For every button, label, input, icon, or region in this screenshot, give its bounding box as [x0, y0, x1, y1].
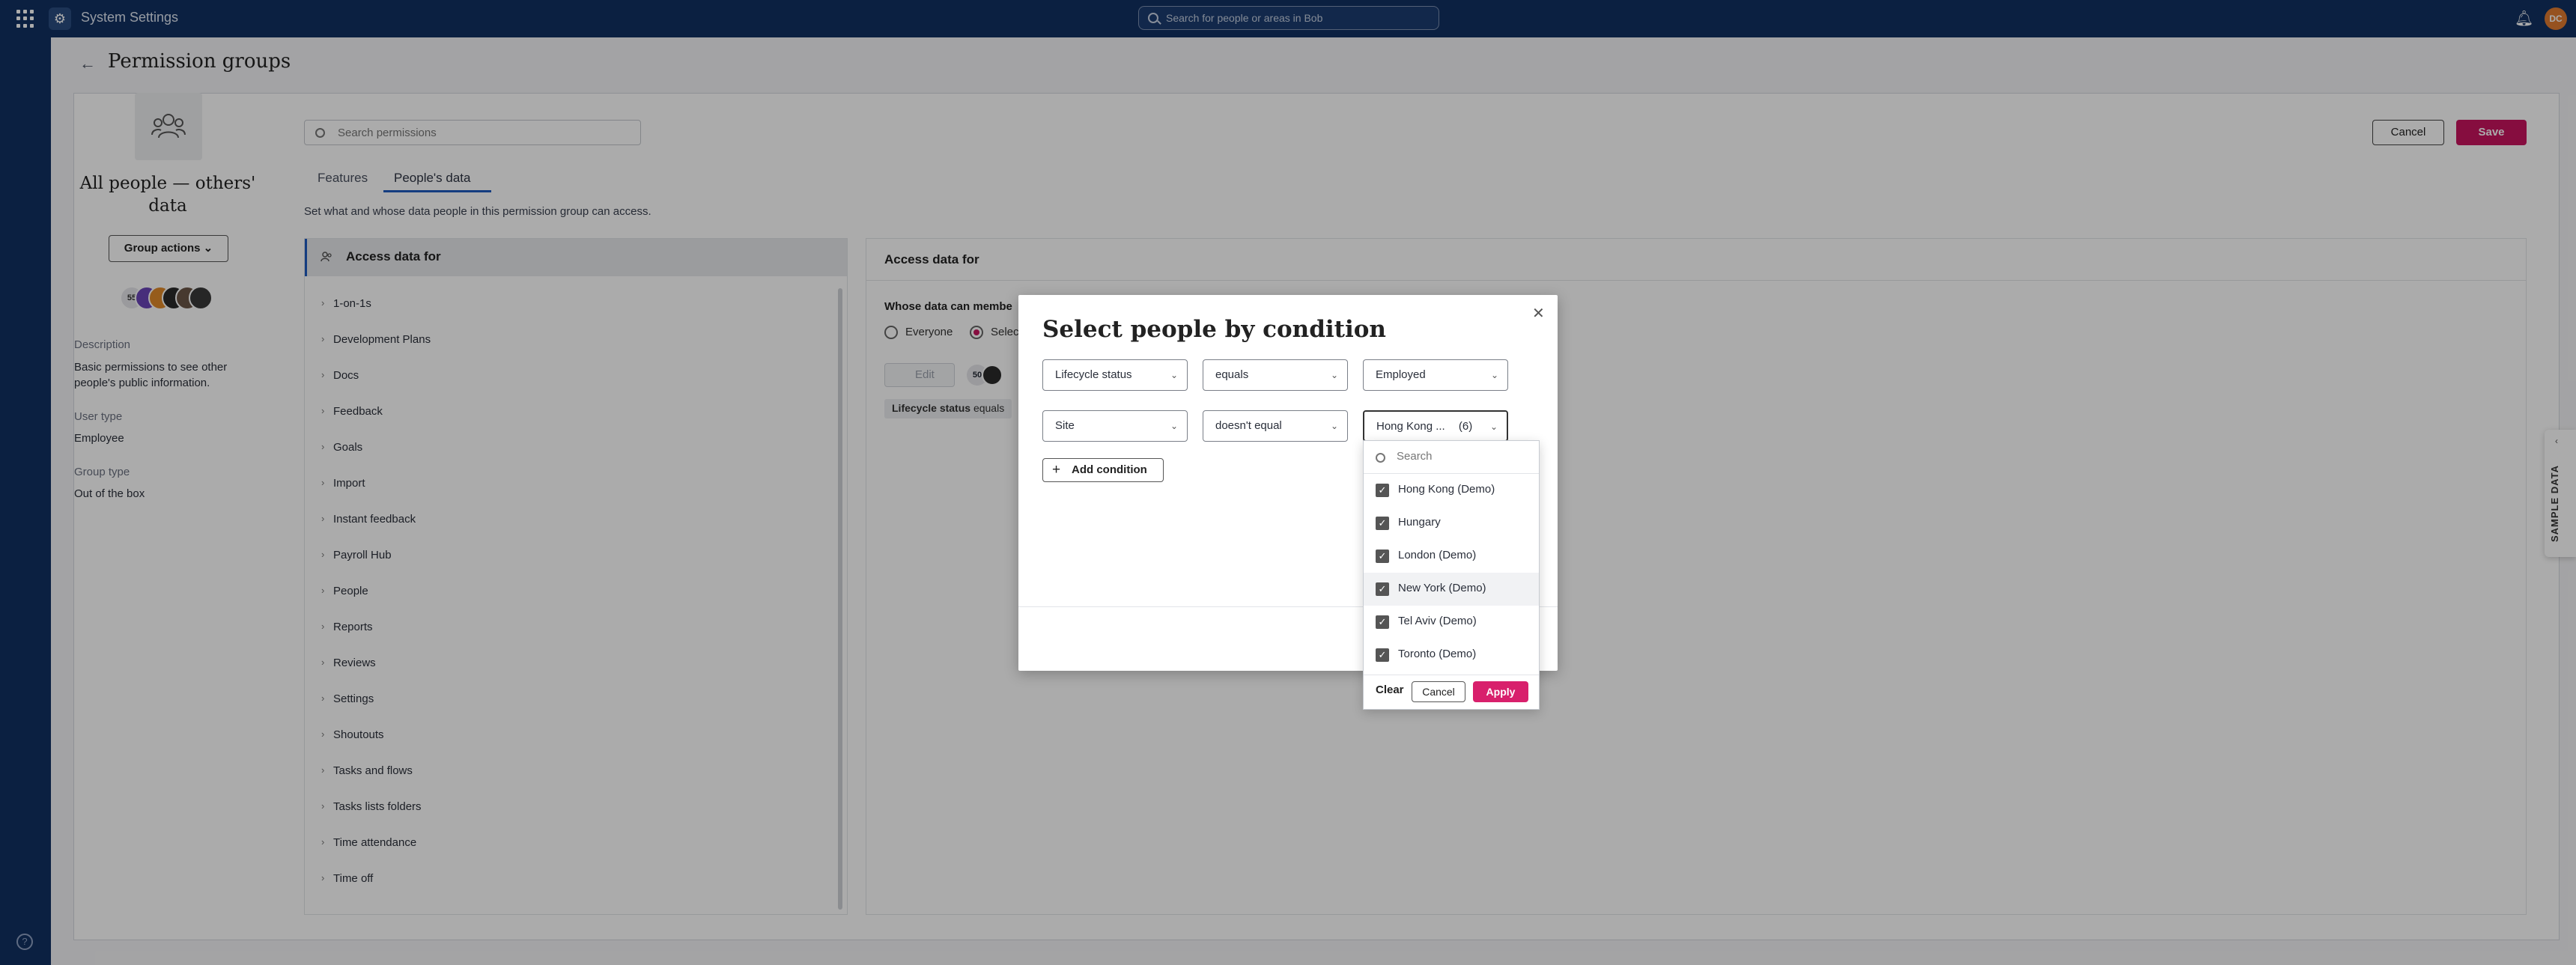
- checkbox-checked-icon: ✓: [1376, 550, 1389, 563]
- chevron-down-icon: ⌄: [1489, 421, 1498, 432]
- option-label: Toronto (Demo): [1398, 648, 1477, 660]
- dropdown-cancel-button[interactable]: Cancel: [1412, 681, 1465, 702]
- condition-2-value-select[interactable]: Hong Kong ... (6) ⌄: [1363, 410, 1508, 442]
- checkbox-checked-icon: ✓: [1376, 517, 1389, 530]
- add-condition-label: Add condition: [1072, 463, 1147, 476]
- search-icon: [1376, 453, 1385, 463]
- chevron-down-icon: ⌄: [1490, 370, 1498, 380]
- dropdown-option[interactable]: ✓ Toronto (Demo): [1364, 639, 1539, 672]
- dropdown-search-input[interactable]: Search: [1364, 441, 1539, 474]
- condition-1-field-value: Lifecycle status: [1055, 368, 1132, 381]
- checkbox-checked-icon: ✓: [1376, 484, 1389, 497]
- condition-1-value: Employed: [1376, 368, 1426, 381]
- checkbox-checked-icon: ✓: [1376, 615, 1389, 629]
- dropdown-option[interactable]: ✓ New York (Demo): [1364, 573, 1539, 606]
- condition-1-value-select[interactable]: Employed ⌄: [1363, 359, 1508, 391]
- condition-2-field-select[interactable]: Site ⌄: [1042, 410, 1188, 442]
- chevron-down-icon: ⌄: [1330, 370, 1338, 380]
- dropdown-option[interactable]: ✓ Hong Kong (Demo): [1364, 474, 1539, 507]
- chevron-down-icon: ⌄: [1170, 370, 1178, 380]
- option-label: London (Demo): [1398, 549, 1477, 561]
- close-icon[interactable]: ✕: [1532, 304, 1545, 323]
- dropdown-option[interactable]: ✓ Hungary: [1364, 507, 1539, 540]
- apply-button[interactable]: Apply: [1473, 681, 1528, 702]
- condition-1-field-select[interactable]: Lifecycle status ⌄: [1042, 359, 1188, 391]
- chevron-down-icon: ⌄: [1330, 421, 1338, 431]
- condition-1-operator-select[interactable]: equals ⌄: [1203, 359, 1348, 391]
- dropdown-search-placeholder: Search: [1397, 450, 1433, 463]
- condition-2-value-count: (6): [1458, 420, 1473, 433]
- option-label: Tel Aviv (Demo): [1398, 615, 1477, 627]
- condition-1-operator-value: equals: [1215, 368, 1249, 381]
- condition-2-operator-value: doesn't equal: [1215, 419, 1282, 432]
- chevron-down-icon: ⌄: [1170, 421, 1178, 431]
- plus-icon: +: [1052, 462, 1061, 478]
- option-label: Hungary: [1398, 516, 1441, 529]
- clear-button[interactable]: Clear: [1376, 684, 1404, 696]
- checkbox-checked-icon: ✓: [1376, 582, 1389, 596]
- option-label: Hong Kong (Demo): [1398, 483, 1495, 496]
- add-condition-button[interactable]: + Add condition: [1042, 458, 1164, 482]
- modal-title: Select people by condition: [1042, 316, 1386, 343]
- checkbox-checked-icon: ✓: [1376, 648, 1389, 662]
- condition-2-field-value: Site: [1055, 419, 1075, 432]
- option-label: New York (Demo): [1398, 582, 1486, 594]
- site-options-dropdown: Search ✓ Hong Kong (Demo) ✓ Hungary ✓ Londo…: [1363, 440, 1540, 710]
- condition-2-value: Hong Kong ...: [1376, 420, 1445, 433]
- dropdown-footer: Clear Cancel Apply: [1364, 675, 1539, 709]
- dropdown-option[interactable]: ✓ Tel Aviv (Demo): [1364, 606, 1539, 639]
- condition-2-operator-select[interactable]: doesn't equal ⌄: [1203, 410, 1348, 442]
- dropdown-option[interactable]: ✓ London (Demo): [1364, 540, 1539, 573]
